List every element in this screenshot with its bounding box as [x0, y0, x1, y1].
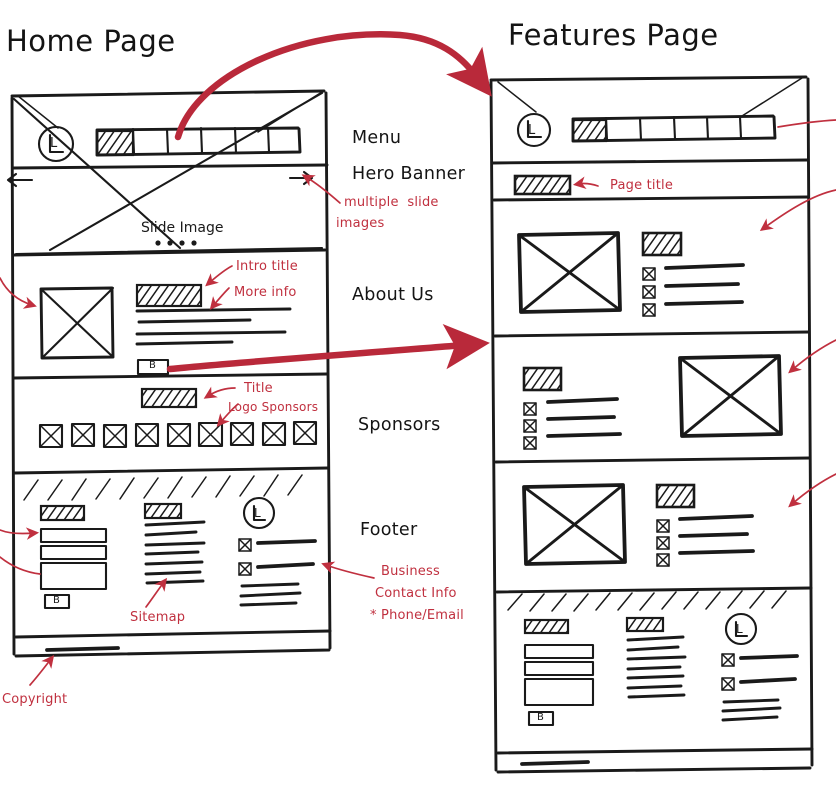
features-footer-col1-fields[interactable] [523, 643, 595, 707]
home-sponsors-section [13, 387, 330, 475]
feature-2-heading-bar [522, 366, 563, 392]
wireframe-canvas: Home Page Features Page Menu Hero Banner… [0, 0, 836, 800]
sponsors-logo-row [38, 420, 318, 449]
features-footer-logo-icon [724, 612, 758, 646]
features-footer-hatch-band [507, 590, 787, 612]
feature-1-image-placeholder [517, 231, 622, 314]
annotation-business-contact-arrow [321, 561, 375, 579]
feature-1-heading-bar [641, 231, 683, 257]
annotation-left-edge-footer-field2-arrow [0, 556, 41, 575]
home-hero-banner [12, 91, 324, 256]
features-menu-bar[interactable] [571, 114, 777, 143]
annotation-right-edge-row2-arrow [788, 339, 836, 374]
feature-3-heading-bar [655, 483, 696, 509]
annotation-left-edge-about-image-arrow [0, 277, 37, 309]
features-row-1 [493, 231, 811, 338]
home-footer-section [14, 474, 332, 639]
annotation-logo-sponsors-arrow [216, 403, 239, 427]
feature-3-bullets [656, 514, 755, 567]
footer-col2-links [144, 520, 206, 585]
home-menu-bar[interactable] [95, 126, 302, 157]
features-footer-address-lines [721, 698, 782, 722]
footer-logo-icon [242, 496, 276, 530]
features-row-2 [494, 354, 812, 464]
sponsors-heading-bar [140, 387, 198, 409]
features-footer-contact-items [721, 653, 799, 691]
footer-col2-heading-bar [143, 502, 183, 520]
feature-3-image-placeholder [522, 483, 627, 566]
footer-hatch-band [23, 474, 303, 501]
annotation-right-edge-row3-arrow [788, 473, 836, 508]
features-footer-col2-heading-bar [625, 616, 665, 633]
features-footer-col1-heading-bar [523, 618, 570, 635]
sketch-ink-layer [0, 31, 836, 774]
features-copyright-bar [520, 760, 590, 766]
annotation-left-edge-footer-field-arrow [0, 527, 40, 540]
about-text-lines [135, 307, 292, 346]
annotation-intro-title-arrow [205, 265, 233, 287]
about-heading-bar [135, 283, 203, 308]
annotation-copyright-arrow [29, 654, 55, 686]
feature-2-image-placeholder [678, 354, 783, 438]
annotation-sponsors-title-arrow [203, 386, 236, 399]
footer-contact-items [238, 538, 317, 576]
home-logo-icon [37, 125, 75, 163]
features-footer-section [496, 590, 814, 766]
features-footer-col2-links [626, 635, 687, 699]
annotation-multiple-slide-images-arrow [301, 174, 341, 204]
feature-2-bullets [523, 397, 622, 450]
annotation-sitemap-arrow [145, 577, 168, 608]
home-copyright-bar [45, 646, 120, 652]
features-page-title-bar [513, 174, 572, 196]
footer-col1-button[interactable] [43, 593, 71, 610]
footer-col1-fields[interactable] [39, 527, 108, 591]
annotation-more-info-arrow [209, 287, 230, 310]
footer-col1-heading-bar [39, 504, 86, 522]
about-cta-button[interactable] [136, 358, 170, 376]
feature-1-bullets [642, 263, 745, 317]
annotation-page-title-arrow [572, 176, 599, 189]
about-image-placeholder [39, 286, 115, 360]
features-logo-icon [516, 112, 552, 148]
footer-address-lines [239, 582, 302, 607]
features-row-3 [495, 483, 813, 594]
annotation-arrow-about-to-features [166, 323, 490, 373]
features-footer-col1-button[interactable] [527, 710, 555, 727]
